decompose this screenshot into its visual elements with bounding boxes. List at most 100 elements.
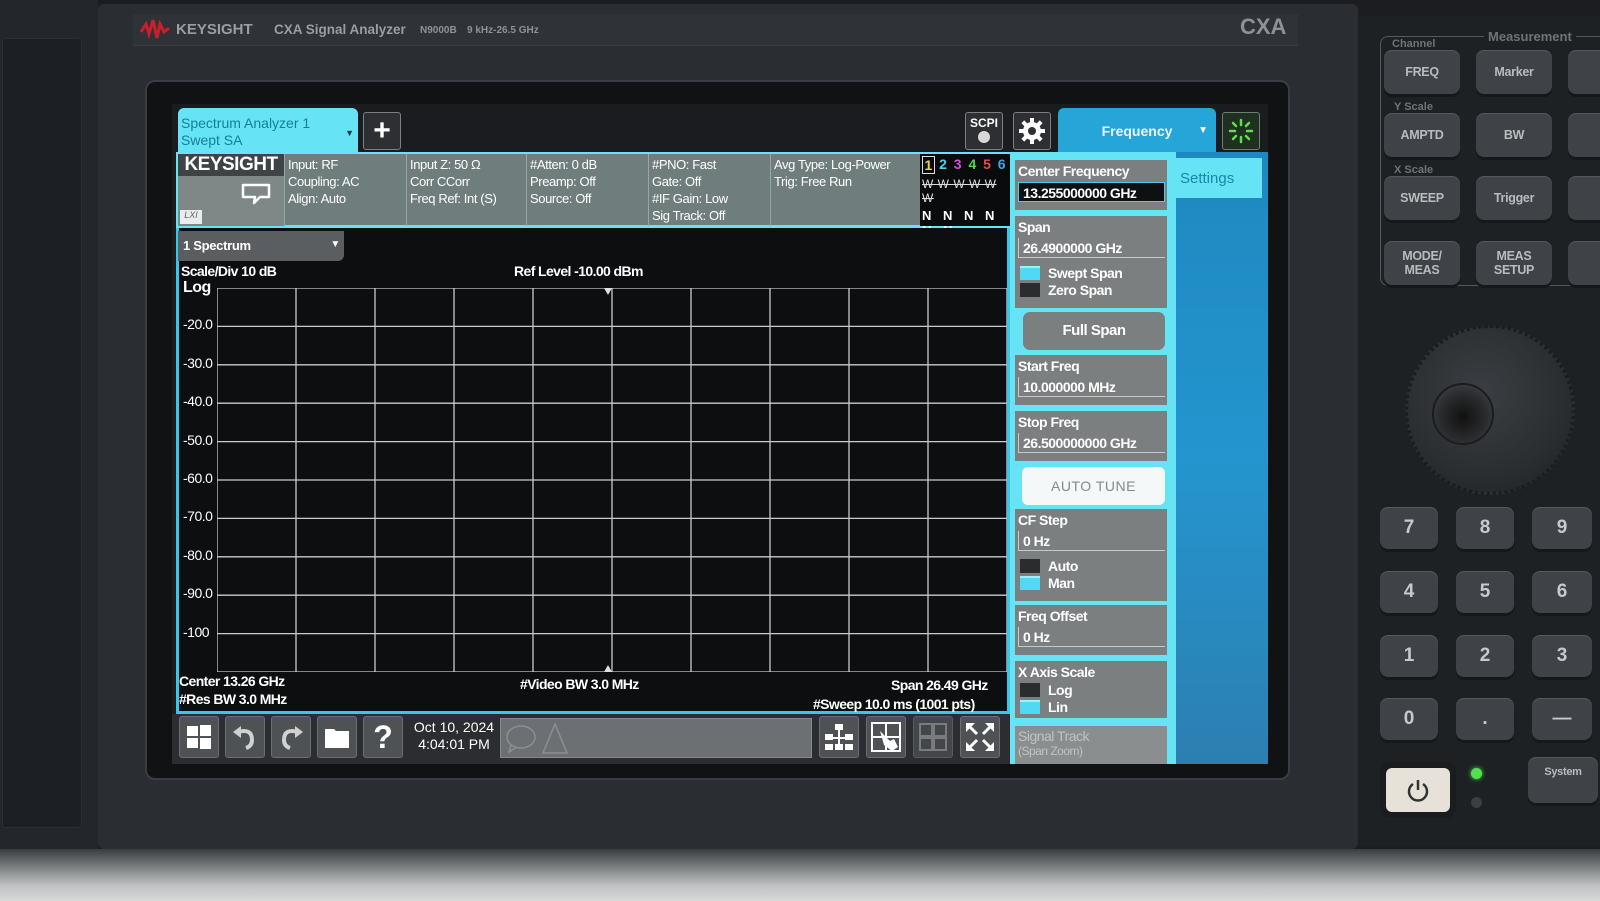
freq-offset-input[interactable]: 0 Hz	[1018, 627, 1165, 647]
full-span-button[interactable]: Full Span	[1023, 312, 1165, 350]
numpad-key[interactable]: 6	[1532, 571, 1592, 613]
partial-key[interactable]	[1568, 176, 1600, 220]
scpi-button[interactable]: SCPI	[965, 112, 1003, 150]
res-bw-label[interactable]: #Res BW 3.0 MHz	[179, 691, 287, 707]
sweep-key[interactable]: SWEEP	[1384, 176, 1460, 220]
numpad-key[interactable]: 2	[1456, 635, 1514, 677]
measurement-tab[interactable]: Spectrum Analyzer 1 Swept SA ▼	[178, 108, 358, 154]
numpad-key[interactable]: .	[1456, 698, 1514, 740]
numpad-key[interactable]: 0	[1380, 698, 1438, 740]
numpad-key[interactable]: —	[1532, 698, 1592, 740]
cf-step-man-option[interactable]: Man	[1015, 574, 1167, 591]
x-axis-log-option[interactable]: Log	[1015, 681, 1167, 698]
marker-key[interactable]: Marker	[1476, 50, 1552, 94]
file-button[interactable]	[317, 716, 357, 758]
bw-key[interactable]: BW	[1476, 113, 1552, 157]
trace-6-indicator[interactable]: 6	[995, 156, 1008, 174]
ref-level-label[interactable]: Ref Level -10.00 dBm	[514, 263, 643, 279]
scale-div-label[interactable]: Scale/Div 10 dB	[181, 263, 277, 279]
meas-setup-key[interactable]: MEAS SETUP	[1476, 241, 1552, 285]
auto-tune-button[interactable]: AUTO TUNE	[1022, 467, 1165, 505]
x-axis-lin-option[interactable]: Lin	[1015, 698, 1167, 715]
x-axis-scale-softkey[interactable]: X Axis Scale Log Lin	[1015, 661, 1167, 718]
busy-indicator-button[interactable]	[1222, 112, 1260, 150]
cf-step-auto-option[interactable]: Auto	[1015, 557, 1167, 574]
video-bw-label[interactable]: #Video BW 3.0 MHz	[520, 676, 639, 692]
freq-offset-softkey[interactable]: Freq Offset 0 Hz	[1015, 605, 1167, 655]
message-status-icons	[506, 722, 569, 754]
menu-dropdown-frequency[interactable]: Frequency ▼	[1058, 108, 1216, 154]
softkey-panel-background	[1176, 152, 1268, 764]
cf-step-input[interactable]: 0 Hz	[1018, 531, 1165, 551]
view-selector[interactable]: 1 Spectrum ▼	[178, 231, 344, 261]
numpad-key[interactable]: 9	[1532, 507, 1592, 549]
freq-key[interactable]: FREQ	[1384, 50, 1460, 94]
input-settings[interactable]: Input: RF Coupling: AC Align: Auto	[284, 154, 406, 226]
touch-mode-button[interactable]	[866, 716, 906, 758]
trace-1-indicator[interactable]: 1	[922, 156, 935, 174]
correction-value: Corr CCorr	[410, 174, 470, 189]
trigger-key[interactable]: Trigger	[1476, 176, 1552, 220]
numpad-key[interactable]: 3	[1532, 635, 1592, 677]
brand-name: KEYSIGHT	[176, 20, 253, 38]
channel-label: Channel	[1392, 38, 1436, 50]
system-key[interactable]: System	[1528, 757, 1598, 803]
trace-indicator[interactable]: 123456 W W W W W W N N N N N N	[920, 154, 1010, 238]
grid-layout-icon	[919, 723, 947, 751]
settings-tab[interactable]: Settings	[1174, 158, 1262, 198]
center-frequency-softkey[interactable]: Center Frequency 13.255000000 GHz	[1015, 160, 1167, 210]
trace-4-indicator[interactable]: 4	[966, 156, 979, 174]
stop-freq-softkey[interactable]: Stop Freq 26.500000000 GHz	[1015, 411, 1167, 461]
atten-value: #Atten: 0 dB	[530, 157, 597, 172]
avg-trig-settings[interactable]: Avg Type: Log-Power Trig: Free Run	[770, 154, 920, 226]
input-value: Input: RF	[288, 157, 338, 172]
cf-step-softkey[interactable]: CF Step 0 Hz Auto Man	[1015, 509, 1167, 601]
center-frequency-input[interactable]: 13.255000000 GHz	[1018, 182, 1165, 202]
y-tick-label: -20.0	[183, 316, 213, 333]
partial-key[interactable]	[1568, 113, 1600, 157]
numpad-key[interactable]: 8	[1456, 507, 1514, 549]
radio-on-icon	[1020, 575, 1040, 590]
atten-settings[interactable]: #Atten: 0 dB Preamp: Off Source: Off	[526, 154, 648, 226]
multi-window-button[interactable]	[913, 716, 953, 758]
trace-5-indicator[interactable]: 5	[981, 156, 994, 174]
numpad-key[interactable]: 1	[1380, 635, 1438, 677]
partial-key[interactable]	[1568, 50, 1600, 94]
trace-2-indicator[interactable]: 2	[937, 156, 950, 174]
measurement-group-label: Measurement	[1484, 29, 1576, 44]
numpad-key[interactable]: 5	[1456, 571, 1514, 613]
zoom-window-button[interactable]	[960, 716, 1000, 758]
start-freq-input[interactable]: 10.000000 MHz	[1018, 377, 1165, 397]
coupling-value: Coupling: AC	[288, 174, 360, 189]
pno-settings[interactable]: #PNO: Fast Gate: Off #IF Gain: Low Sig T…	[648, 154, 770, 226]
numpad-key[interactable]: 4	[1380, 571, 1438, 613]
message-area[interactable]	[500, 718, 812, 758]
amptd-key[interactable]: AMPTD	[1384, 113, 1460, 157]
y-tick-label: -100	[183, 623, 210, 640]
dropdown-arrow-icon: ▼	[330, 239, 340, 250]
sweep-label[interactable]: #Sweep 10.0 ms (1001 pts)	[813, 696, 975, 712]
add-measurement-button[interactable]: +	[363, 112, 401, 150]
partial-key[interactable]	[1568, 241, 1600, 285]
swept-span-option[interactable]: Swept Span	[1015, 264, 1167, 281]
stop-freq-input[interactable]: 26.500000000 GHz	[1018, 433, 1165, 453]
power-button[interactable]	[1380, 762, 1456, 818]
input-z-settings[interactable]: Input Z: 50 Ω Corr CCorr Freq Ref: Int (…	[406, 154, 526, 226]
standby-led	[1471, 797, 1482, 808]
zero-span-option[interactable]: Zero Span	[1015, 281, 1167, 298]
signal-track-softkey[interactable]: Signal Track (Span Zoom)	[1015, 726, 1167, 764]
y-tick-label: -80.0	[183, 546, 213, 563]
window-layout-button[interactable]	[819, 716, 859, 758]
start-freq-softkey[interactable]: Start Freq 10.000000 MHz	[1015, 355, 1167, 405]
message-icon[interactable]	[240, 182, 272, 206]
span-input[interactable]: 26.4900000 GHz	[1018, 238, 1165, 258]
redo-button[interactable]	[271, 716, 311, 758]
help-button[interactable]: ?	[363, 716, 403, 758]
numpad-key[interactable]: 7	[1380, 507, 1438, 549]
span-softkey[interactable]: Span 26.4900000 GHz Swept Span Zero Span	[1015, 216, 1167, 308]
trace-3-indicator[interactable]: 3	[951, 156, 964, 174]
windows-button[interactable]	[179, 716, 219, 758]
mode-meas-key[interactable]: MODE/ MEAS	[1384, 241, 1460, 285]
undo-button[interactable]	[225, 716, 265, 758]
settings-button[interactable]	[1013, 112, 1051, 150]
